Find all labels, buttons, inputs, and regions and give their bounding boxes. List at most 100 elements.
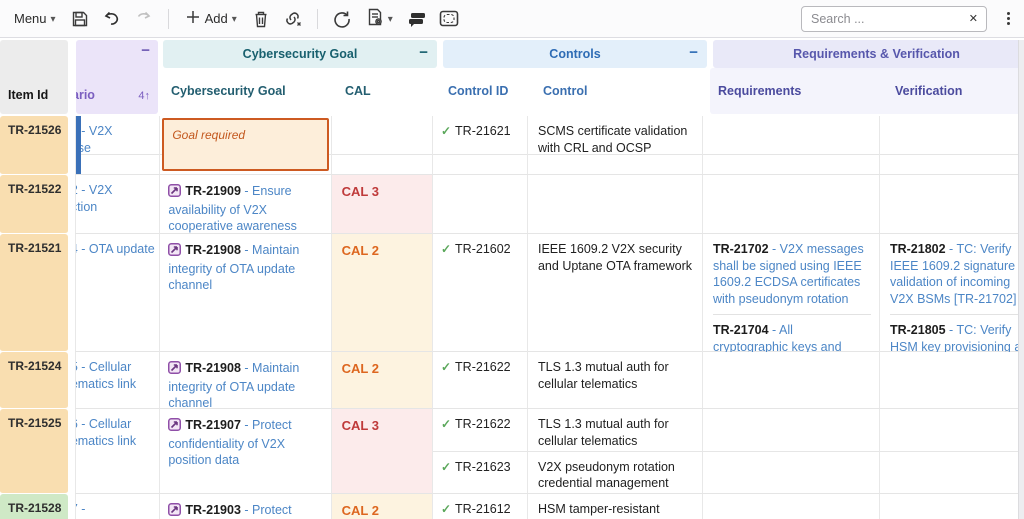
comments-button[interactable] [403,6,431,32]
collapse-goal-icon[interactable]: − [419,46,428,60]
column-header-verification[interactable]: Verification [887,84,962,98]
scenario-cell[interactable]: 7 - [75,494,161,519]
undo-button[interactable] [98,6,126,32]
control-id-cell[interactable]: ✓TR-21622 [433,352,528,408]
requirement-entry[interactable]: TR-21702 - V2X messages shall be signed … [713,241,871,307]
cal-cell[interactable]: CAL 2 [332,494,433,519]
requirements-cell[interactable] [703,175,880,233]
cybersecurity-goal-cell[interactable]: Goal required [160,116,331,175]
verification-cell[interactable] [880,352,1024,408]
verification-cell[interactable] [880,409,1024,451]
column-header-control[interactable]: Control [535,84,587,98]
add-button[interactable]: Add ▾ [179,5,243,32]
verification-cell[interactable] [880,452,1024,494]
requirements-cell[interactable] [703,452,880,494]
search-clear-icon[interactable]: ✕ [969,12,986,25]
kebab-menu-icon[interactable] [1001,10,1016,27]
sort-indicator[interactable]: 4↑ [138,90,150,102]
control-id-cell[interactable]: ✓TR-21623 [433,452,528,494]
column-header-item-id[interactable]: Item Id [0,40,68,114]
check-icon: ✓ [441,242,451,256]
control-id-cell[interactable]: ✓TR-21622 [433,409,528,451]
table-row[interactable]: TR-215263 - V2XuseGoal required ✓TR-21621… [0,116,1024,175]
verification-entry[interactable]: TR-21805 - TC: Verify HSM key provisioni… [890,314,1024,352]
item-id-cell[interactable]: TR-21522 [0,175,75,234]
requirements-cell[interactable] [703,494,880,519]
control-id-cell[interactable] [433,175,528,233]
column-header-requirements[interactable]: Requirements [710,84,887,98]
verification-entry[interactable]: TR-21802 - TC: Verify IEEE 1609.2 signat… [890,241,1024,307]
verification-cell[interactable] [880,494,1024,519]
redo-button[interactable] [130,6,158,32]
menu-button[interactable]: Menu ▾ [8,7,62,30]
cal-cell[interactable]: CAL 3 [332,409,433,494]
control-cell[interactable]: TLS 1.3 mutual auth for cellular telemat… [528,409,703,451]
scenario-cell[interactable]: 3 - V2Xuse [75,116,161,175]
scenario-cell[interactable]: 5 - Cellularematics link [75,352,161,409]
column-header-goal[interactable]: Cybersecurity Goal [163,84,337,98]
undo-icon [102,10,121,28]
vertical-scrollbar[interactable] [1018,40,1024,519]
item-id-cell[interactable]: TR-21526 [0,116,75,175]
table-header: Item Id − ario 4↑ Cybersecurity Goal − C… [0,38,1024,116]
group-header-cybersecurity-goal[interactable]: Cybersecurity Goal − [163,40,437,68]
goal-required-placeholder[interactable]: Goal required [162,118,328,171]
scenario-cell[interactable]: 4 - OTA update [75,234,161,352]
refresh-button[interactable] [328,6,356,32]
verification-cell[interactable]: TR-21802 - TC: Verify IEEE 1609.2 signat… [880,234,1024,352]
column-header-control-id[interactable]: Control ID [440,84,535,98]
group-header-requirements-verification[interactable]: Requirements & Verification [713,40,1024,68]
cybersecurity-goal-cell[interactable]: TR-21908 - Maintain integrity of OTA upd… [160,234,331,352]
cybersecurity-goal-cell[interactable]: TR-21908 - Maintain integrity of OTA upd… [160,352,331,409]
cybersecurity-goal-cell[interactable]: TR-21909 - Ensure availability of V2X co… [160,175,331,234]
item-id-cell[interactable]: TR-21525 [0,409,75,494]
frame-button[interactable] [435,6,463,32]
control-cell[interactable]: TLS 1.3 mutual auth for cellular telemat… [528,352,703,408]
table-row[interactable]: TR-215287 -TR-21903 - ProtectCAL 2✓TR-21… [0,494,1024,519]
scenario-cell[interactable]: 2 - V2Xction [75,175,161,234]
unlink-button[interactable] [279,6,307,32]
verification-cell[interactable] [880,116,1024,174]
control-cell[interactable] [528,175,703,233]
control-id-cell[interactable]: ✓TR-21621 [433,116,528,174]
requirement-entry[interactable]: TR-21704 - All cryptographic keys and ce… [713,314,871,352]
check-icon: ✓ [441,124,451,138]
table-row[interactable]: TR-215214 - OTA updateTR-21908 - Maintai… [0,234,1024,352]
collapse-scenario-icon[interactable]: − [141,44,150,58]
search-input[interactable] [802,12,952,26]
cal-cell[interactable] [332,116,433,175]
control-cell[interactable]: IEEE 1609.2 V2X security and Uptane OTA … [528,234,703,352]
column-header-cal[interactable]: CAL [337,84,371,98]
column-header-scenario[interactable]: − ario 4↑ [76,40,158,114]
item-id-cell[interactable]: TR-21528 [0,494,75,519]
requirements-cell[interactable]: TR-21702 - V2X messages shall be signed … [703,234,880,352]
save-button[interactable] [66,6,94,32]
control-cell[interactable]: V2X pseudonym rotation credential manage… [528,452,703,494]
control-id-cell[interactable]: ✓TR-21612 [433,494,528,519]
control-id-cell[interactable]: ✓TR-21602 [433,234,528,352]
requirements-cell[interactable] [703,409,880,451]
control-cell[interactable]: HSM tamper-resistant [528,494,703,519]
scenario-cell[interactable]: 6 - Cellularematics link [75,409,161,494]
goal-icon [168,243,181,261]
toolbar-separator [168,9,169,29]
group-header-controls[interactable]: Controls − [443,40,707,68]
requirements-cell[interactable] [703,116,880,174]
cal-cell[interactable]: CAL 2 [332,352,433,409]
delete-button[interactable] [247,6,275,32]
table-row[interactable]: TR-215222 - V2XctionTR-21909 - Ensure av… [0,175,1024,234]
cal-cell[interactable]: CAL 3 [332,175,433,234]
item-id-cell[interactable]: TR-21524 [0,352,75,409]
cal-cell[interactable]: CAL 2 [332,234,433,352]
item-id-cell[interactable]: TR-21521 [0,234,75,352]
requirements-cell[interactable] [703,352,880,408]
table-row[interactable]: TR-215245 - Cellularematics linkTR-21908… [0,352,1024,409]
verification-cell[interactable] [880,175,1024,233]
chevron-down-icon: ▾ [388,14,393,25]
cybersecurity-goal-cell[interactable]: TR-21903 - Protect [160,494,331,519]
collapse-controls-icon[interactable]: − [689,46,698,60]
cybersecurity-goal-cell[interactable]: TR-21907 - Protect confidentiality of V2… [160,409,331,494]
report-button[interactable]: ▾ [360,4,399,33]
table-row[interactable]: TR-215256 - Cellularematics linkTR-21907… [0,409,1024,494]
control-cell[interactable]: SCMS certificate validation with CRL and… [528,116,703,174]
